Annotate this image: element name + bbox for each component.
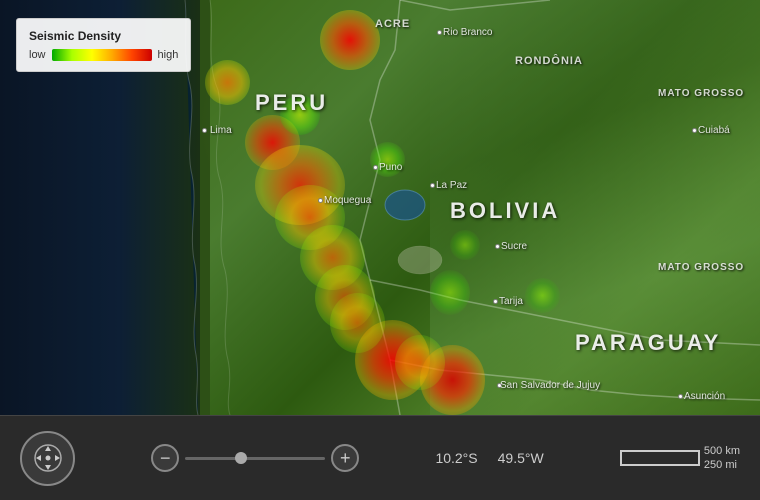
lapaz-label: La Paz [436, 180, 467, 191]
pan-control[interactable] [20, 431, 75, 486]
mato-grosso-label-1: MATO GROSSO [658, 88, 744, 99]
scale-bar-mi [620, 458, 700, 466]
lima-dot [202, 128, 207, 133]
cuiaba-dot [692, 128, 697, 133]
moquegua-label: Moquegua [324, 195, 371, 206]
riobranco-dot [437, 30, 442, 35]
puno-label: Puno [379, 162, 402, 173]
toolbar: − + 10.2°S 49.5°W 500 km 250 mi [0, 415, 760, 500]
legend-gradient-bar [52, 49, 152, 61]
acre-label: ACRE [375, 18, 410, 30]
coordinates-display: 10.2°S 49.5°W [435, 450, 543, 466]
jujuy-label: San Salvador de Jujuy [500, 380, 600, 391]
rondonia-label: RONDÔNIA [515, 55, 583, 67]
zoom-control: − + [151, 444, 359, 472]
sucre-label: Sucre [501, 241, 527, 252]
lima-label: Lima [210, 125, 232, 136]
map-container: PERU BOLIVIA PARAGUAY ACRE RONDÔNIA MATO… [0, 0, 760, 415]
moquegua-dot [318, 198, 323, 203]
riobranco-label: Rio Branco [443, 27, 492, 38]
scale-bar-km [620, 450, 700, 458]
legend-high-label: high [158, 49, 179, 61]
longitude-display: 49.5°W [498, 450, 544, 466]
scale-mi-label: 250 mi [704, 459, 740, 471]
legend-bar-row: low high [29, 49, 178, 61]
zoom-slider-track[interactable] [185, 457, 325, 460]
sucre-dot [495, 244, 500, 249]
puno-dot [373, 165, 378, 170]
scale-km-label: 500 km [704, 445, 740, 457]
cuiaba-label: Cuiabá [698, 125, 730, 136]
asuncion-label: Asunción [684, 391, 725, 402]
legend-box: Seismic Density low high [16, 18, 191, 72]
latitude-display: 10.2°S [435, 450, 477, 466]
zoom-out-button[interactable]: − [151, 444, 179, 472]
legend-title: Seismic Density [29, 29, 178, 43]
lapaz-dot [430, 183, 435, 188]
zoom-slider-thumb[interactable] [235, 452, 247, 464]
scale-control: 500 km 250 mi [620, 445, 740, 471]
pan-icon [33, 443, 63, 473]
asuncion-dot [678, 394, 683, 399]
legend-low-label: low [29, 49, 46, 61]
mato-grosso-label-2: MATO GROSSO [658, 262, 744, 273]
tarija-dot [493, 299, 498, 304]
zoom-in-button[interactable]: + [331, 444, 359, 472]
tarija-label: Tarija [499, 296, 523, 307]
